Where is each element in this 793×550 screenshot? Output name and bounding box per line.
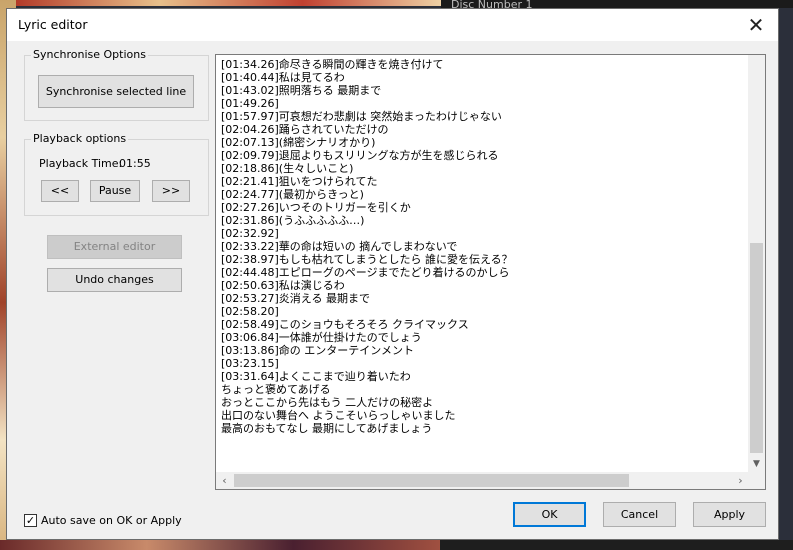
vertical-scrollbar[interactable]: ▼ — [748, 55, 765, 473]
background-app-art-bottom — [0, 540, 440, 550]
lyric-line[interactable]: 最高のおもてなし 最期にしてあげましょう — [221, 422, 747, 435]
ok-button[interactable]: OK — [513, 502, 586, 527]
lyric-line[interactable]: [02:07.13](綿密シナリオかり) — [221, 136, 747, 149]
lyric-line[interactable]: [02:27.26]いつそのトリガーを引くか — [221, 201, 747, 214]
lyric-line[interactable]: おっとここから先はもう 二人だけの秘密よ — [221, 396, 747, 409]
dialog-title: Lyric editor — [18, 17, 88, 32]
synchronise-options-label: Synchronise Options — [31, 48, 148, 61]
external-editor-button[interactable]: External editor — [47, 235, 182, 259]
lyric-line[interactable]: [02:21.41]狙いをつけられてた — [221, 175, 747, 188]
horizontal-scrollbar[interactable]: ‹ › — [216, 472, 749, 489]
lyric-line[interactable]: [01:34.26]命尽きる瞬間の輝きを焼き付けて — [221, 58, 747, 71]
lyric-line[interactable]: 出口のない舞台へ ようこそいらっしゃいました — [221, 409, 747, 422]
playback-options-group: Playback options Playback Time: 01:55 <<… — [24, 132, 209, 216]
scrollbar-corner — [748, 472, 765, 489]
scroll-left-arrow-icon[interactable]: ‹ — [216, 472, 233, 489]
lyric-line[interactable]: [02:53.27]炎消える 最期まで — [221, 292, 747, 305]
lyric-line[interactable]: [02:24.77](最初からきっと) — [221, 188, 747, 201]
background-disc-number-label: Disc Number 1 — [451, 0, 533, 8]
scroll-right-arrow-icon[interactable]: › — [732, 472, 749, 489]
rewind-button[interactable]: << — [41, 180, 79, 202]
lyrics-lines: [01:34.26]命尽きる瞬間の輝きを焼き付けて [01:40.44]私は見てる… — [221, 58, 747, 435]
scroll-down-arrow-icon[interactable]: ▼ — [748, 456, 765, 473]
forward-button[interactable]: >> — [152, 180, 190, 202]
undo-changes-button[interactable]: Undo changes — [47, 268, 182, 292]
playback-time-label: Playback Time: — [39, 157, 123, 170]
lyric-line[interactable]: [02:18.86](生々しいこと) — [221, 162, 747, 175]
auto-save-label: Auto save on OK or Apply — [41, 514, 182, 527]
apply-button[interactable]: Apply — [693, 502, 766, 527]
lyric-line[interactable]: [02:50.63]私は演じるわ — [221, 279, 747, 292]
lyric-line[interactable]: [01:57.97]可哀想だわ悲劇は 突然始まったわけじゃない — [221, 110, 747, 123]
lyric-line[interactable]: [02:38.97]もしも枯れてしまうとしたら 誰に愛を伝える？ — [221, 253, 747, 266]
lyric-line[interactable]: [02:33.22]華の命は短いの 摘んでしまわないで — [221, 240, 747, 253]
synchronise-selected-line-button[interactable]: Synchronise selected line — [38, 75, 194, 108]
close-button[interactable]: ✕ — [734, 9, 778, 41]
title-bar: Lyric editor ✕ — [7, 9, 778, 41]
lyrics-text-area[interactable]: [01:34.26]命尽きる瞬間の輝きを焼き付けて [01:40.44]私は見てる… — [215, 54, 766, 490]
lyric-line[interactable]: ちょっと褒めてあげる — [221, 383, 747, 396]
close-icon: ✕ — [747, 13, 765, 37]
lyric-line[interactable]: [02:44.48]エピローグのページまでたどり着けるのかしら — [221, 266, 747, 279]
lyric-line[interactable]: [03:13.86]命の エンターテインメント — [221, 344, 747, 357]
synchronise-options-group: Synchronise Options Synchronise selected… — [24, 48, 209, 121]
lyric-line[interactable]: [03:06.84]一体誰が仕掛けたのでしょう — [221, 331, 747, 344]
auto-save-checkbox[interactable]: ✓ — [24, 514, 37, 527]
lyric-line[interactable]: [03:23.15] — [221, 357, 747, 370]
horizontal-scrollbar-thumb[interactable] — [234, 474, 629, 487]
cancel-button[interactable]: Cancel — [603, 502, 676, 527]
vertical-scrollbar-thumb[interactable] — [750, 243, 763, 453]
pause-button[interactable]: Pause — [90, 180, 140, 202]
checkmark-icon: ✓ — [25, 514, 36, 527]
lyric-line[interactable]: [02:32.92] — [221, 227, 747, 240]
lyric-line[interactable]: [01:43.02]照明落ちる 最期まで — [221, 84, 747, 97]
lyric-line[interactable]: [01:49.26] — [221, 97, 747, 110]
lyric-editor-dialog: Lyric editor ✕ Synchronise Options Synch… — [6, 8, 779, 540]
lyric-line[interactable]: [02:09.79]退屈よりもスリリングな方が生を感じられる — [221, 149, 747, 162]
lyric-line[interactable]: [02:58.20] — [221, 305, 747, 318]
background-app-art-top — [16, 0, 446, 6]
lyric-line[interactable]: [03:31.64]よくここまで辿り着いたわ — [221, 370, 747, 383]
lyric-line[interactable]: [02:58.49]このショウもそろそろ クライマックス — [221, 318, 747, 331]
lyric-line[interactable]: [02:31.86](うふふふふふ…) — [221, 214, 747, 227]
playback-time-value: 01:55 — [119, 157, 151, 170]
playback-options-label: Playback options — [31, 132, 129, 145]
lyric-line[interactable]: [01:40.44]私は見てるわ — [221, 71, 747, 84]
lyric-line[interactable]: [02:04.26]踊らされていただけの — [221, 123, 747, 136]
